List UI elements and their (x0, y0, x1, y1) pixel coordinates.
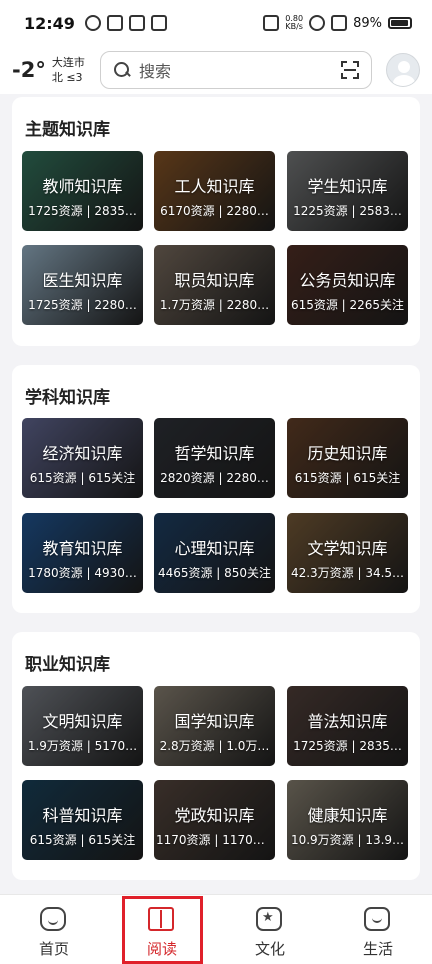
kb-card[interactable]: 国学知识库 2.8万资源 | 1.0万… (154, 686, 275, 766)
nav-label: 文化 (254, 940, 285, 958)
kb-card-stats: 10.9万资源 | 13.9… (290, 833, 405, 847)
scan-icon[interactable] (341, 61, 359, 79)
kb-card[interactable]: 文明知识库 1.9万资源 | 5170… (22, 686, 143, 766)
status-bar: 12:49 0.80 KB/s 89% (0, 0, 432, 46)
kb-card-stats: 1225资源 | 2583… (293, 204, 402, 218)
kb-card-stats: 2820资源 | 2280… (160, 471, 269, 485)
kb-card[interactable]: 教师知识库 1725资源 | 2835… (22, 151, 143, 231)
kb-card-title: 历史知识库 (307, 444, 388, 463)
temperature: -2° (12, 58, 46, 82)
kb-card-title: 文学知识库 (307, 539, 388, 558)
search-input[interactable]: 搜索 (100, 51, 372, 89)
kb-card-title: 党政知识库 (174, 806, 255, 825)
kb-card-stats: 42.3万资源 | 34.5… (290, 566, 405, 580)
kb-card-stats: 1780资源 | 4930… (28, 566, 137, 580)
app-icon-1 (84, 15, 101, 31)
kb-card[interactable]: 科普知识库 615资源 | 615关注 (22, 780, 143, 860)
kb-card-title: 科普知识库 (42, 806, 123, 825)
kb-card-stats: 4465资源 | 850关注 (157, 566, 272, 580)
kb-card-title: 学生知识库 (307, 177, 388, 196)
wind: 北 ≤3 (51, 71, 83, 84)
nav-label: 首页 (38, 940, 69, 958)
active-tab-highlight (122, 896, 203, 964)
kb-card[interactable]: 健康知识库 10.9万资源 | 13.9… (287, 780, 408, 860)
kb-card-stats: 615资源 | 2265关注 (290, 298, 405, 312)
weather-widget[interactable]: -2° 大连市 北 ≤3 (12, 55, 100, 85)
kb-card-stats: 2.8万资源 | 1.0万… (159, 739, 270, 753)
avatar[interactable] (386, 53, 420, 87)
kb-card-title: 经济知识库 (42, 444, 123, 463)
kb-card[interactable]: 心理知识库 4465资源 | 850关注 (154, 513, 275, 593)
kb-card-title: 职员知识库 (174, 271, 255, 290)
status-time: 12:49 (24, 13, 75, 33)
kb-card-title: 文明知识库 (42, 712, 123, 731)
kb-card-title: 教师知识库 (42, 177, 123, 196)
status-right: 0.80 KB/s 89% (263, 15, 412, 31)
kb-card-stats: 6170资源 | 2280… (160, 204, 269, 218)
kb-card-stats: 615资源 | 615关注 (29, 471, 136, 485)
kb-card[interactable]: 公务员知识库 615资源 | 2265关注 (287, 245, 408, 325)
section-title: 主题知识库 (25, 120, 110, 140)
kb-card-title: 普法知识库 (307, 712, 388, 731)
kb-card-title: 教育知识库 (42, 539, 123, 558)
life-icon (364, 907, 390, 931)
kb-card-stats: 1170资源 | 1170关注 (156, 833, 273, 847)
wifi-icon (309, 15, 326, 31)
vibrate-icon (263, 15, 280, 31)
kb-card[interactable]: 党政知识库 1170资源 | 1170关注 (154, 780, 275, 860)
search-placeholder: 搜索 (139, 62, 172, 81)
tiktok-icon (128, 15, 145, 31)
bottom-nav: 首页 阅读 文化 生活 (0, 894, 432, 964)
section-title: 学科知识库 (25, 388, 110, 408)
kb-card-title: 心理知识库 (174, 539, 255, 558)
kb-card-stats: 1725资源 | 2835… (28, 204, 137, 218)
speed-unit: KB/s (285, 22, 303, 31)
battery-icon (388, 17, 412, 29)
nav-home[interactable]: 首页 (0, 895, 108, 964)
kb-card[interactable]: 文学知识库 42.3万资源 | 34.5… (287, 513, 408, 593)
kb-card-title: 工人知识库 (174, 177, 255, 196)
kb-card[interactable]: 医生知识库 1725资源 | 2280… (22, 245, 143, 325)
culture-icon (256, 907, 282, 931)
kb-card[interactable]: 职员知识库 1.7万资源 | 2280… (154, 245, 275, 325)
battery-percent: 89% (353, 15, 382, 31)
message-icon (150, 15, 167, 31)
header: -2° 大连市 北 ≤3 搜索 (0, 46, 432, 94)
sim-icon (331, 15, 348, 31)
app-icon-2 (106, 15, 123, 31)
section-title: 职业知识库 (25, 655, 110, 675)
nav-life[interactable]: 生活 (324, 895, 432, 964)
kb-card-stats: 615资源 | 615关注 (29, 833, 136, 847)
kb-card-title: 公务员知识库 (299, 271, 396, 290)
kb-card[interactable]: 经济知识库 615资源 | 615关注 (22, 418, 143, 498)
search-icon (113, 61, 131, 79)
kb-card[interactable]: 普法知识库 1725资源 | 2835… (287, 686, 408, 766)
status-app-icons (84, 15, 167, 31)
kb-card-stats: 1725资源 | 2835… (293, 739, 402, 753)
kb-card[interactable]: 哲学知识库 2820资源 | 2280… (154, 418, 275, 498)
section-career: 职业知识库 文明知识库 1.9万资源 | 5170… 国学知识库 2.8万资源 … (12, 632, 420, 880)
kb-card-stats: 1.7万资源 | 2280… (159, 298, 270, 312)
nav-label: 生活 (362, 940, 393, 958)
city: 大连市 (51, 56, 85, 69)
kb-card-stats: 1725资源 | 2280… (28, 298, 137, 312)
kb-card[interactable]: 历史知识库 615资源 | 615关注 (287, 418, 408, 498)
section-subject: 学科知识库 经济知识库 615资源 | 615关注 哲学知识库 2820资源 |… (12, 365, 420, 613)
kb-card-stats: 1.9万资源 | 5170… (27, 739, 138, 753)
section-theme: 主题知识库 教师知识库 1725资源 | 2835… 工人知识库 6170资源 … (12, 97, 420, 346)
kb-card[interactable]: 学生知识库 1225资源 | 2583… (287, 151, 408, 231)
kb-card-title: 医生知识库 (42, 271, 123, 290)
kb-card-title: 国学知识库 (174, 712, 255, 731)
kb-card[interactable]: 教育知识库 1780资源 | 4930… (22, 513, 143, 593)
nav-culture[interactable]: 文化 (216, 895, 324, 964)
kb-card-title: 健康知识库 (307, 806, 388, 825)
network-speed: 0.80 KB/s (285, 15, 303, 31)
kb-card-title: 哲学知识库 (174, 444, 255, 463)
kb-card-stats: 615资源 | 615关注 (294, 471, 401, 485)
location: 大连市 北 ≤3 (52, 55, 85, 85)
home-icon (40, 907, 66, 931)
kb-card[interactable]: 工人知识库 6170资源 | 2280… (154, 151, 275, 231)
